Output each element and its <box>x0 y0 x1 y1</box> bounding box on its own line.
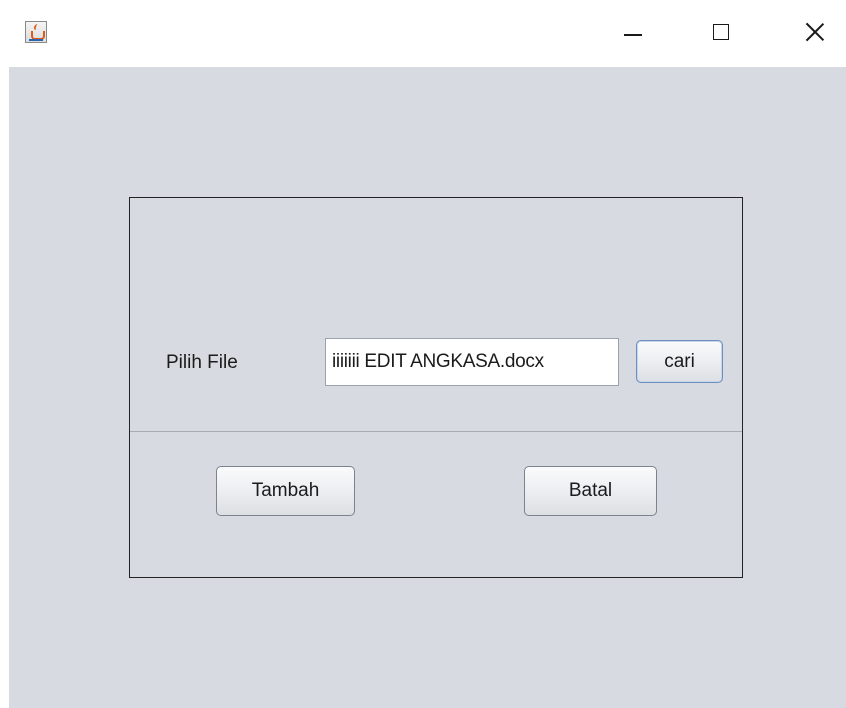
close-icon <box>804 21 826 43</box>
file-path-field[interactable] <box>325 338 619 386</box>
maximize-button[interactable] <box>705 0 751 67</box>
minimize-icon <box>624 34 642 36</box>
java-cup-icon[interactable] <box>25 21 47 43</box>
app-window: Pilih File cari Tambah Batal <box>0 0 846 708</box>
title-bar[interactable] <box>0 0 846 67</box>
close-button[interactable] <box>796 0 842 67</box>
separator <box>130 431 742 432</box>
cancel-button[interactable]: Batal <box>524 466 657 516</box>
browse-button[interactable]: cari <box>636 340 723 383</box>
content-pane: Pilih File cari Tambah Batal <box>9 67 846 708</box>
maximize-icon <box>713 24 729 40</box>
form-panel: Pilih File cari Tambah Batal <box>129 197 743 578</box>
minimize-button[interactable] <box>612 0 658 67</box>
add-button[interactable]: Tambah <box>216 466 355 516</box>
file-label: Pilih File <box>166 352 238 373</box>
